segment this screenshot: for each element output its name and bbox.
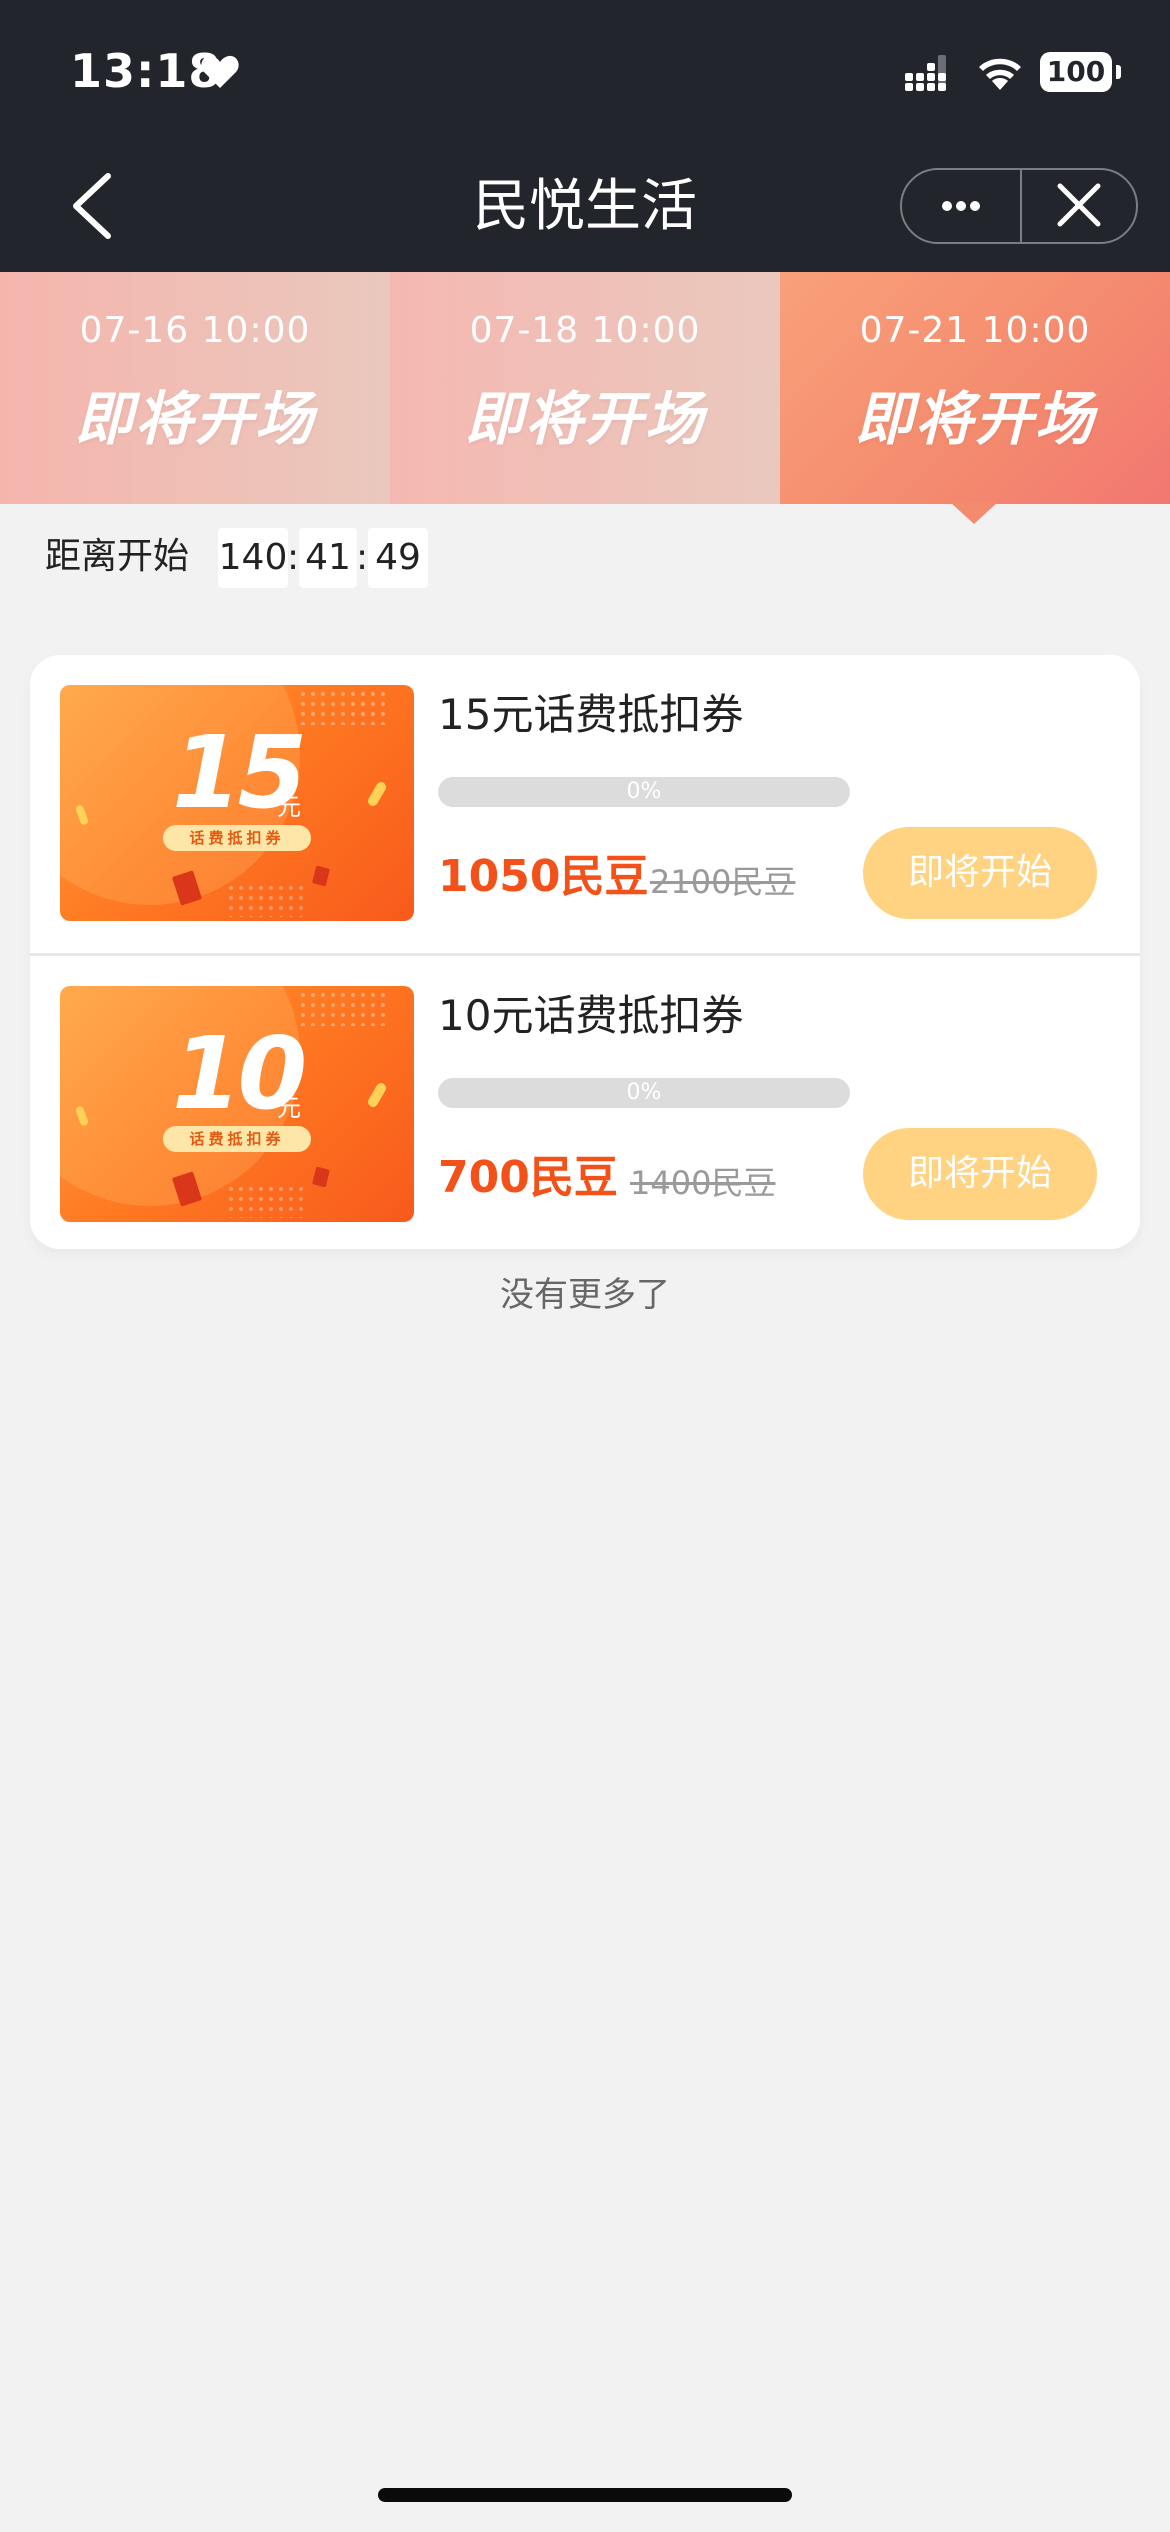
coupon-image-unit: 元 (277, 1094, 301, 1122)
signal-icon (905, 55, 946, 91)
countdown-separator: : (287, 537, 300, 578)
coupon-image: 15 元 话费抵扣券 (60, 685, 414, 921)
coupon-image-unit: 元 (277, 793, 301, 821)
home-indicator (378, 2488, 792, 2502)
list-item[interactable]: 15 元 话费抵扣券 15元话费抵扣券 0% 1050民豆 2100民豆 即将开… (30, 655, 1140, 953)
session-time: 07-21 10:00 (859, 310, 1091, 351)
countdown-separator: : (356, 537, 369, 578)
active-tab-indicator (950, 502, 998, 524)
image-decoration (312, 865, 330, 887)
top-bar: 13:18 100 民悦生活 (0, 0, 1170, 272)
status-time: 13:18 (70, 44, 222, 98)
countdown-hours: 140 (218, 528, 288, 588)
coming-soon-button[interactable]: 即将开始 (863, 827, 1097, 919)
heart-icon (201, 55, 239, 88)
more-icon[interactable] (902, 170, 1020, 242)
coupon-image-caption: 话费抵扣券 (163, 1126, 311, 1152)
image-decoration (298, 689, 388, 725)
image-decoration (366, 780, 388, 808)
image-decoration (366, 1081, 388, 1109)
battery-icon: 100 (1040, 52, 1121, 92)
session-status: 即将开场 (464, 385, 705, 453)
item-title: 15元话费抵扣券 (438, 690, 744, 739)
countdown-seconds: 49 (368, 528, 428, 588)
sales-progress-bar: 0% (438, 1078, 850, 1108)
session-time: 07-16 10:00 (79, 310, 311, 351)
sales-progress-bar: 0% (438, 777, 850, 807)
session-tab-3-active[interactable]: 07-21 10:00 即将开场 (780, 272, 1170, 504)
session-tabs: 07-16 10:00 即将开场 07-18 10:00 即将开场 07-21 … (0, 272, 1170, 504)
mini-program-capsule (900, 168, 1138, 244)
item-title: 10元话费抵扣券 (438, 991, 744, 1040)
session-tab-2[interactable]: 07-18 10:00 即将开场 (390, 272, 780, 504)
item-price: 1050民豆 (438, 851, 649, 902)
item-original-price: 2100民豆 (650, 863, 796, 901)
session-status: 即将开场 (854, 385, 1095, 453)
no-more-text: 没有更多了 (500, 1275, 670, 1315)
session-status: 即将开场 (74, 385, 315, 453)
item-price: 700民豆 (438, 1152, 618, 1203)
image-decoration (312, 1166, 330, 1188)
product-list: 15 元 话费抵扣券 15元话费抵扣券 0% 1050民豆 2100民豆 即将开… (30, 655, 1140, 1249)
countdown-label: 距离开始 (45, 536, 190, 577)
progress-text: 0% (626, 1080, 662, 1105)
coupon-image-caption: 话费抵扣券 (163, 825, 311, 851)
list-item[interactable]: 10 元 话费抵扣券 10元话费抵扣券 0% 700民豆 1400民豆 即将开始 (30, 953, 1140, 1249)
countdown-minutes: 41 (299, 528, 357, 588)
wifi-icon (979, 58, 1021, 90)
session-time: 07-18 10:00 (469, 310, 701, 351)
close-icon[interactable] (1022, 170, 1136, 242)
item-original-price: 1400民豆 (630, 1164, 776, 1202)
image-decoration (226, 883, 306, 917)
coming-soon-button[interactable]: 即将开始 (863, 1128, 1097, 1220)
image-decoration (226, 1184, 306, 1218)
progress-text: 0% (626, 779, 662, 804)
image-decoration (298, 990, 388, 1026)
session-tab-1[interactable]: 07-16 10:00 即将开场 (0, 272, 390, 504)
coupon-image: 10 元 话费抵扣券 (60, 986, 414, 1222)
